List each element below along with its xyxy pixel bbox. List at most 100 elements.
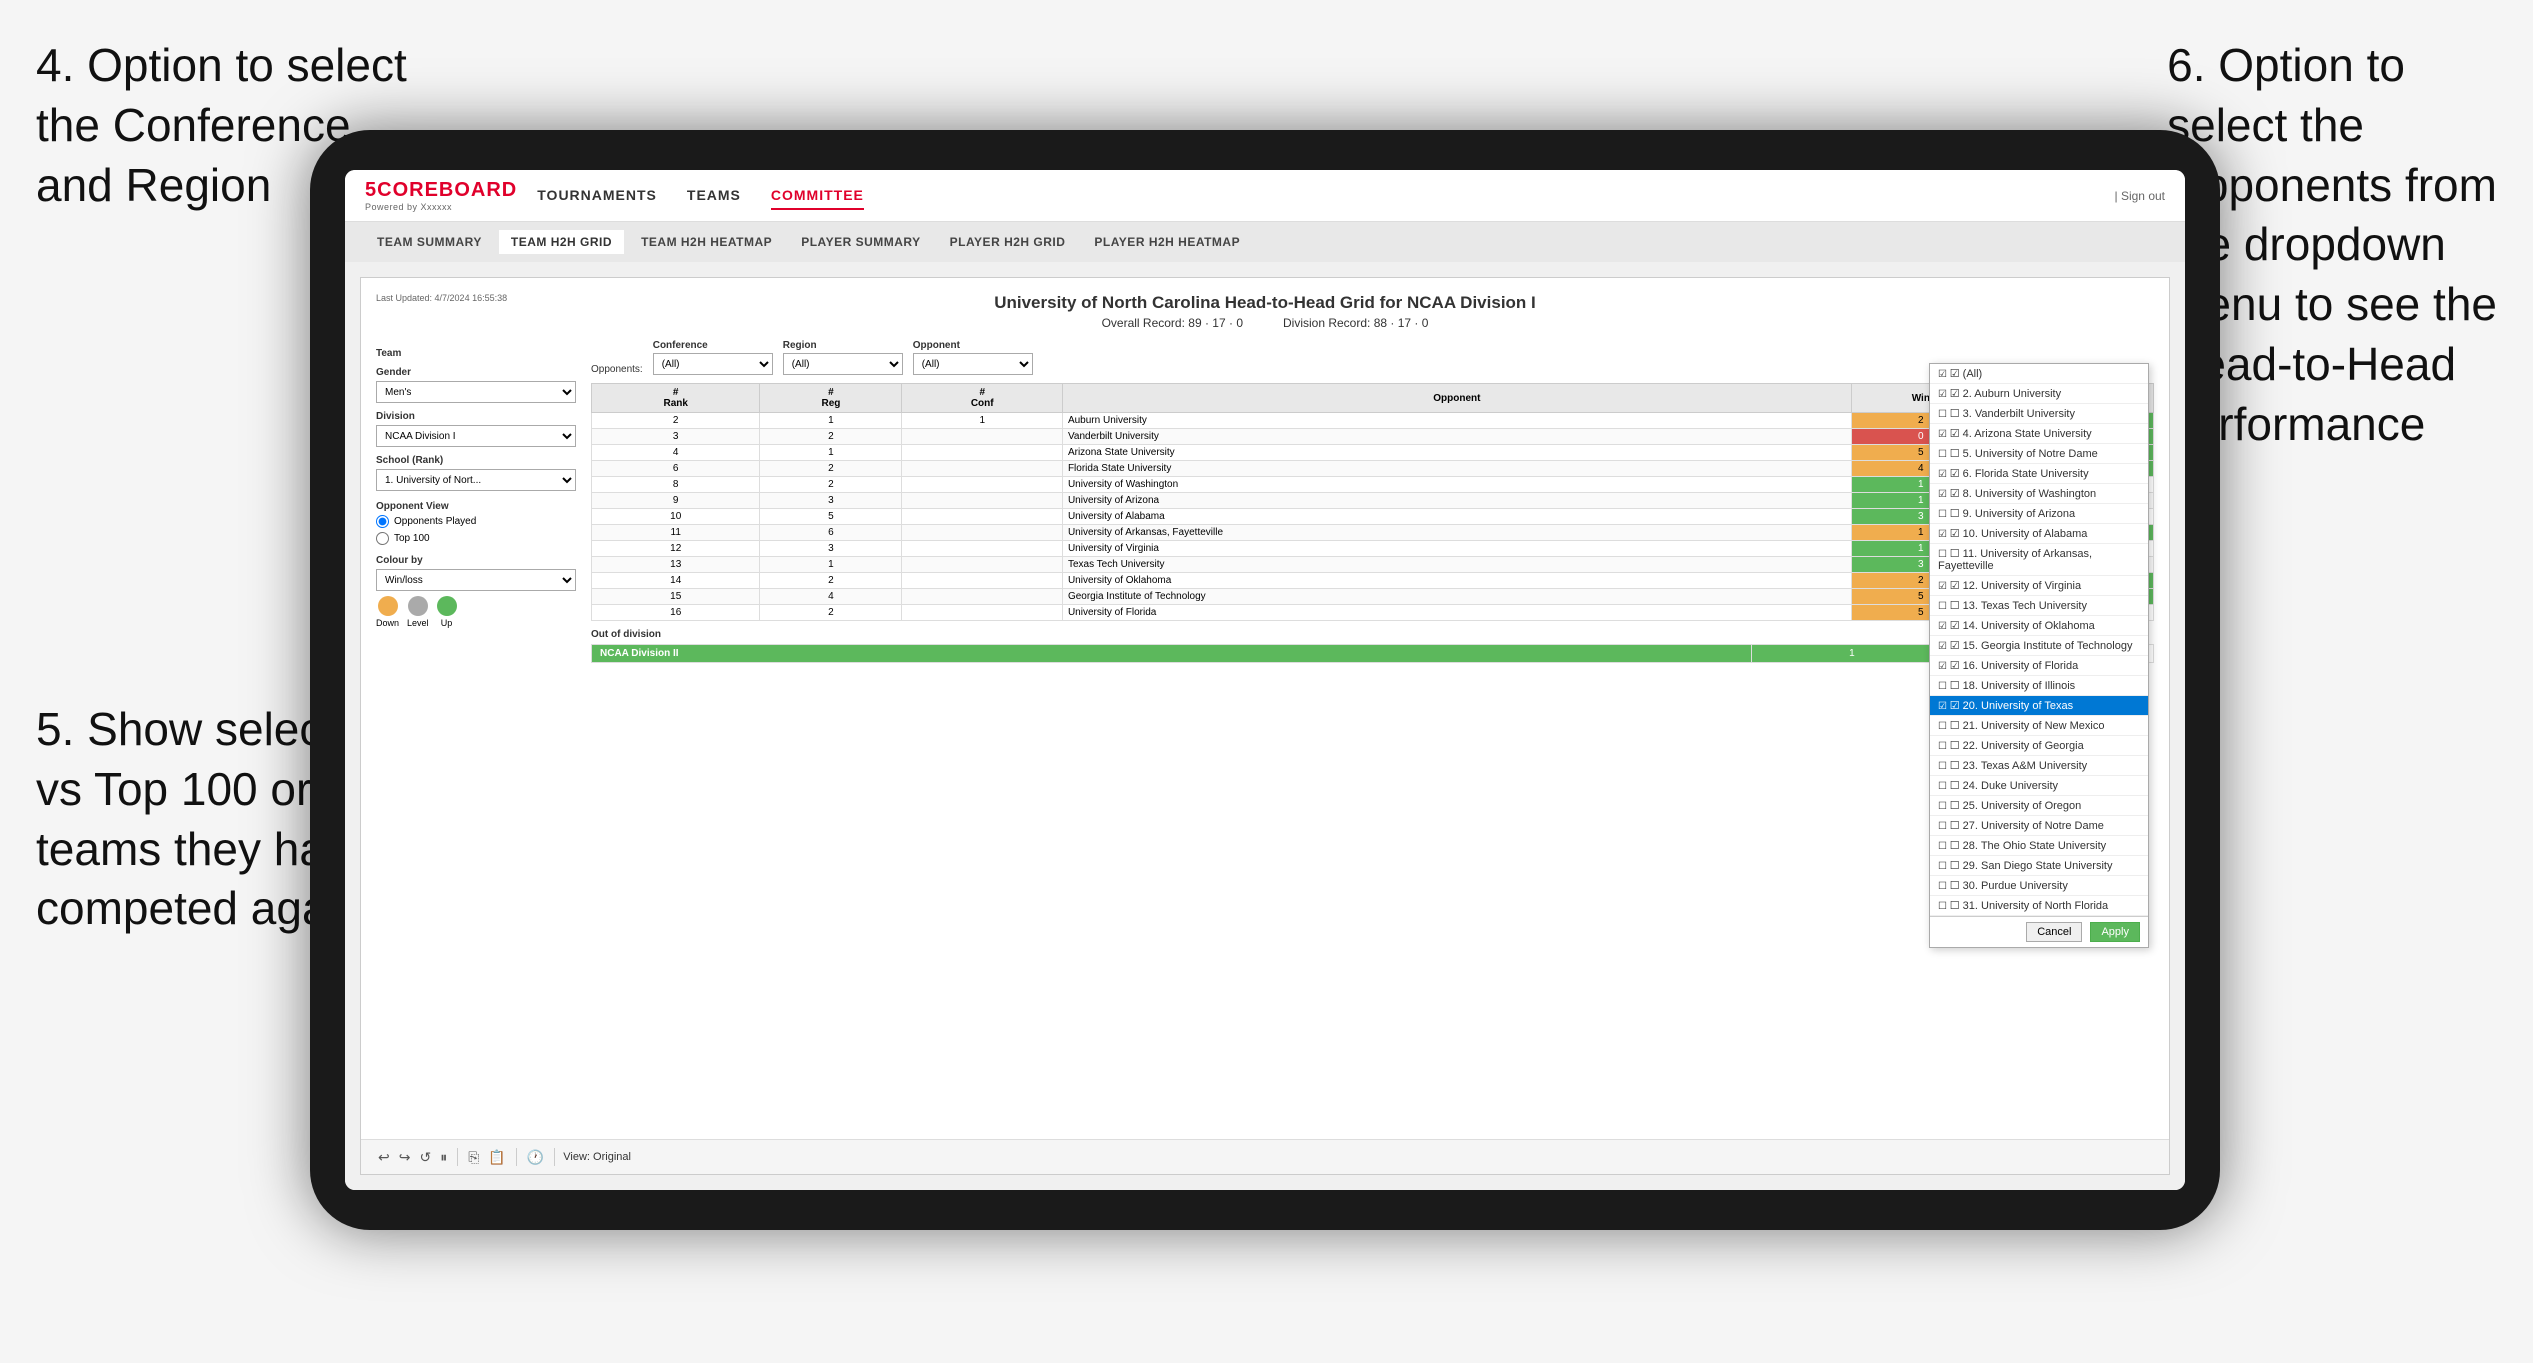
th-rank: #Rank — [592, 384, 760, 413]
dropdown-item[interactable]: ☑ 4. Arizona State University — [1930, 424, 2148, 444]
table-row: 6 2 Florida State University 4 2 — [592, 461, 2154, 477]
dropdown-item[interactable]: ☐ 22. University of Georgia — [1930, 736, 2148, 756]
sub-nav-player-summary[interactable]: PLAYER SUMMARY — [789, 230, 932, 254]
td-reg: 2 — [760, 573, 902, 589]
dropdown-item[interactable]: ☐ 21. University of New Mexico — [1930, 716, 2148, 736]
dropdown-item[interactable]: ☑ 2. Auburn University — [1930, 384, 2148, 404]
nav-tournaments[interactable]: TOURNAMENTS — [537, 182, 657, 210]
opponent-view-label: Opponent View — [376, 501, 576, 512]
td-reg: 2 — [760, 461, 902, 477]
dropdown-item[interactable]: ☐ 23. Texas A&M University — [1930, 756, 2148, 776]
opponent-view: Opponent View Opponents Played Top 100 — [376, 501, 576, 545]
dropdown-item[interactable]: ☐ 25. University of Oregon — [1930, 796, 2148, 816]
nav-committee[interactable]: COMMITTEE — [771, 182, 864, 210]
td-rank: 14 — [592, 573, 760, 589]
td-opponent: Vanderbilt University — [1062, 429, 1851, 445]
td-opponent: Auburn University — [1062, 413, 1851, 429]
th-reg: #Reg — [760, 384, 902, 413]
out-div-win: 1 — [1751, 645, 1952, 663]
cancel-button[interactable]: Cancel — [2026, 922, 2082, 942]
top100-option[interactable]: Top 100 — [376, 532, 576, 545]
undo-icon[interactable]: ↩ — [376, 1147, 392, 1168]
dropdown-item[interactable]: ☐ 18. University of Illinois — [1930, 676, 2148, 696]
refresh-icon[interactable]: ↺ — [417, 1147, 433, 1168]
td-rank: 12 — [592, 541, 760, 557]
sub-nav-player-h2h-grid[interactable]: PLAYER H2H GRID — [938, 230, 1078, 254]
dropdown-item[interactable]: ☐ 13. Texas Tech University — [1930, 596, 2148, 616]
school-select[interactable]: 1. University of Nort... — [376, 469, 576, 491]
opponents-played-label: Opponents Played — [394, 516, 476, 527]
dropdown-item[interactable]: ☐ 28. The Ohio State University — [1930, 836, 2148, 856]
opponents-played-radio[interactable] — [376, 515, 389, 528]
conference-filter-select[interactable]: (All) — [653, 353, 773, 375]
table-row: 10 5 University of Alabama 3 0 — [592, 509, 2154, 525]
left-panel: Team Gender Men's Division NCAA Division… — [376, 340, 576, 1146]
apply-button[interactable]: Apply — [2090, 922, 2140, 942]
dropdown-item[interactable]: ☑ 15. Georgia Institute of Technology — [1930, 636, 2148, 656]
right-panel: Opponents: Conference (All) Region ( — [591, 340, 2154, 1146]
opponents-played-option[interactable]: Opponents Played — [376, 515, 576, 528]
report-title: University of North Carolina Head-to-Hea… — [376, 293, 2154, 313]
opponent-filter-label: Opponent — [913, 340, 1033, 351]
dropdown-item[interactable]: ☐ 5. University of Notre Dame — [1930, 444, 2148, 464]
sub-nav-h2h-grid[interactable]: TEAM H2H GRID — [499, 230, 624, 254]
division-select[interactable]: NCAA Division I — [376, 425, 576, 447]
td-rank: 15 — [592, 589, 760, 605]
paste-icon[interactable]: 📋 — [486, 1147, 507, 1168]
dropdown-item[interactable]: ☑ 10. University of Alabama — [1930, 524, 2148, 544]
dropdown-item[interactable]: ☐ 11. University of Arkansas, Fayettevil… — [1930, 544, 2148, 576]
filter-row: Opponents: Conference (All) Region ( — [591, 340, 2154, 375]
td-conf: 1 — [902, 413, 1062, 429]
td-opponent: University of Florida — [1062, 605, 1851, 621]
sub-nav-team-summary[interactable]: TEAM SUMMARY — [365, 230, 494, 254]
td-conf — [902, 461, 1062, 477]
conference-filter-label: Conference — [653, 340, 773, 351]
td-rank: 13 — [592, 557, 760, 573]
dropdown-item[interactable]: ☐ 9. University of Arizona — [1930, 504, 2148, 524]
opponent-filter-select[interactable]: (All) — [913, 353, 1033, 375]
colour-by: Colour by Win/loss Down — [376, 555, 576, 628]
td-reg: 2 — [760, 429, 902, 445]
dropdown-item[interactable]: ☐ 31. University of North Florida — [1930, 896, 2148, 916]
legend-down-dot — [378, 596, 398, 616]
table-row: 14 2 University of Oklahoma 2 2 — [592, 573, 2154, 589]
legend-level-dot — [408, 596, 428, 616]
td-reg: 5 — [760, 509, 902, 525]
legend-down-label: Down — [376, 618, 399, 628]
opponent-filter-group: Opponent (All) — [913, 340, 1033, 375]
sub-nav-player-h2h-heatmap[interactable]: PLAYER H2H HEATMAP — [1082, 230, 1252, 254]
dropdown-item[interactable]: ☐ 29. San Diego State University — [1930, 856, 2148, 876]
region-filter-select[interactable]: (All) — [783, 353, 903, 375]
redo-icon[interactable]: ↪ — [397, 1147, 413, 1168]
td-opponent: University of Washington — [1062, 477, 1851, 493]
clock-icon[interactable]: 🕐 — [525, 1147, 546, 1168]
dropdown-item[interactable]: ☑ 20. University of Texas — [1930, 696, 2148, 716]
dropdown-item[interactable]: ☑ (All) — [1930, 364, 2148, 384]
td-reg: 2 — [760, 605, 902, 621]
dropdown-item[interactable]: ☐ 27. University of Notre Dame — [1930, 816, 2148, 836]
td-opponent: University of Arizona — [1062, 493, 1851, 509]
dropdown-item[interactable]: ☐ 3. Vanderbilt University — [1930, 404, 2148, 424]
dropdown-item[interactable]: ☑ 14. University of Oklahoma — [1930, 616, 2148, 636]
colour-by-select[interactable]: Win/loss — [376, 569, 576, 591]
colour-by-label: Colour by — [376, 555, 576, 566]
td-rank: 10 — [592, 509, 760, 525]
sub-nav-h2h-heatmap[interactable]: TEAM H2H HEATMAP — [629, 230, 784, 254]
dropdown-item[interactable]: ☐ 30. Purdue University — [1930, 876, 2148, 896]
dropdown-item[interactable]: ☑ 12. University of Virginia — [1930, 576, 2148, 596]
dropdown-item[interactable]: ☐ 24. Duke University — [1930, 776, 2148, 796]
toolbar-sep-1 — [457, 1148, 458, 1166]
pause-icon[interactable]: ⏸ — [438, 1147, 449, 1168]
nav-signout[interactable]: | Sign out — [2115, 189, 2165, 203]
toolbar-sep-2 — [516, 1148, 517, 1166]
dropdown-item[interactable]: ☑ 16. University of Florida — [1930, 656, 2148, 676]
top100-radio[interactable] — [376, 532, 389, 545]
opponent-dropdown[interactable]: ☑ (All)☑ 2. Auburn University☐ 3. Vander… — [1929, 363, 2149, 948]
gender-select[interactable]: Men's — [376, 381, 576, 403]
legend-down: Down — [376, 596, 399, 628]
dropdown-item[interactable]: ☑ 8. University of Washington — [1930, 484, 2148, 504]
dropdown-item[interactable]: ☑ 6. Florida State University — [1930, 464, 2148, 484]
nav-teams[interactable]: TEAMS — [687, 182, 741, 210]
opponents-label: Opponents: — [591, 364, 643, 375]
copy-icon[interactable]: ⎘ — [466, 1147, 481, 1168]
